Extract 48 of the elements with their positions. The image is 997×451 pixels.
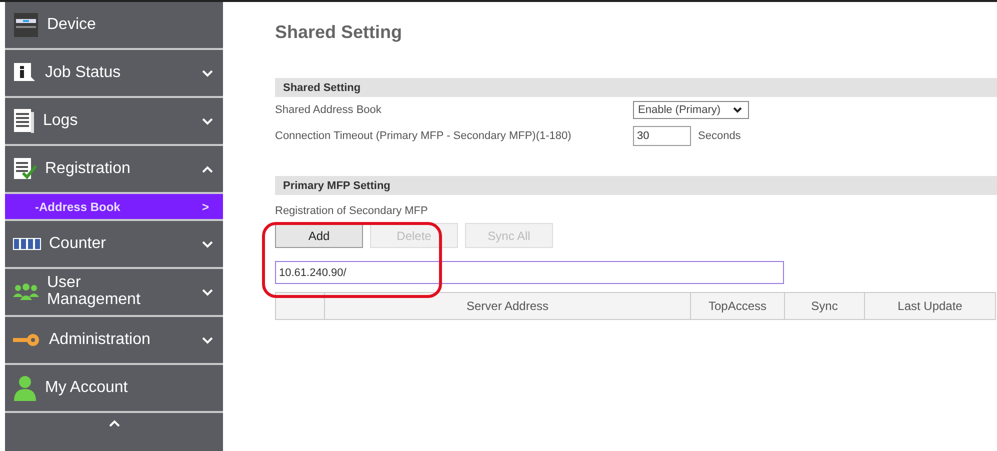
key-icon [13, 333, 41, 347]
chevron-up-icon [202, 166, 213, 172]
sidebar-item[interactable]: Logs [5, 98, 223, 146]
sidebar-item-label: Logs [43, 112, 79, 130]
sidebar-item[interactable]: Administration [5, 317, 223, 365]
chevron-down-icon [202, 336, 213, 344]
person-icon [13, 375, 37, 401]
sidebar-item-label: Administration [49, 332, 152, 348]
sidebar-item[interactable]: Job Status [5, 50, 223, 98]
input-field[interactable]: 30 [633, 126, 691, 146]
section-header: Primary MFP Setting [275, 176, 997, 195]
sidebar-item-label: Job Status [45, 64, 122, 82]
subitem-arrow: > [202, 200, 209, 214]
sidebar-item[interactable]: My Account [5, 365, 223, 413]
registration-label: Registration of Secondary MFP [275, 205, 429, 217]
column-header: Sync [785, 292, 865, 320]
users-icon [13, 282, 39, 302]
chevron-down-icon [202, 118, 213, 124]
sidebar-item-label: Device [47, 16, 97, 34]
sidebar-item-label: User Management [47, 275, 142, 309]
setting-label: Connection Timeout (Primary MFP - Secondary MFP)(1-180) [275, 130, 572, 142]
section-header: Shared Setting [275, 78, 997, 97]
document-icon [13, 108, 35, 134]
setting-label: Shared Address Book [275, 104, 382, 116]
printer-icon [13, 11, 39, 39]
sidebar-subitem[interactable]: -Address Book > [5, 194, 223, 221]
counter-icon [13, 238, 41, 250]
sidebar-item[interactable]: User Management [5, 269, 223, 317]
chevron-down-icon [733, 107, 742, 113]
column-header: Server Address [325, 292, 691, 320]
sidebar-item-label: Counter [49, 236, 107, 252]
sidebar-item-label: Registration [45, 160, 132, 178]
unit-label: Seconds [698, 130, 741, 142]
select-dropdown[interactable]: Enable (Primary) [633, 101, 749, 119]
chevron-down-icon [202, 70, 213, 76]
sidebar-item-label: My Account [45, 380, 129, 396]
subitem-label: -Address Book [35, 200, 120, 214]
chevron-down-icon [202, 240, 213, 248]
chevron-down-icon [202, 288, 213, 296]
sidebar-item[interactable]: Device [5, 2, 223, 50]
form-check-icon [13, 157, 37, 181]
column-header: TopAccess [691, 292, 785, 320]
column-header: Last Update [865, 292, 996, 320]
chevron-up-icon [108, 420, 120, 426]
page-title: Shared Setting [275, 22, 404, 43]
input-field[interactable]: 10.61.240.90/ [275, 261, 784, 284]
action-button[interactable]: Add [275, 223, 363, 248]
sidebar-item[interactable]: Counter [5, 221, 223, 269]
